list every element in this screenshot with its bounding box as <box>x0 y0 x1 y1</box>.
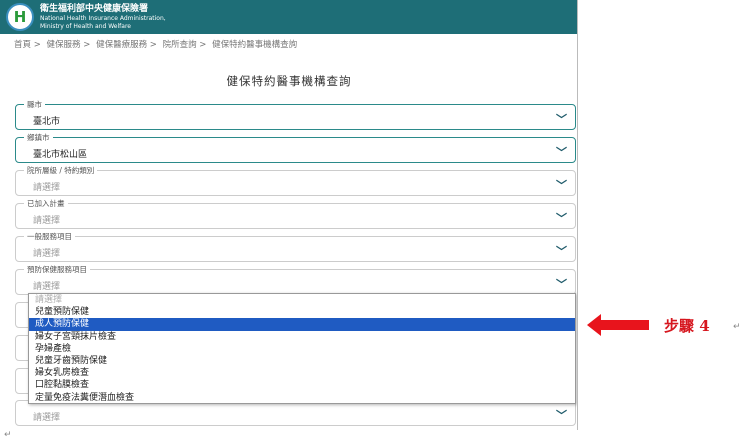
chevron-down-icon: ﹀ <box>556 146 567 159</box>
breadcrumb: 首頁 > 健保服務 > 健保醫療服務 > 院所查詢 > 健保特約醫事機構查詢 <box>14 38 300 50</box>
chevron-down-icon: ﹀ <box>556 245 567 258</box>
org-name: 衛生福利部中央健康保險署 National Health Insurance A… <box>40 4 166 31</box>
field-label: 一般服務項目 <box>24 231 75 242</box>
chevron-down-icon: ﹀ <box>556 113 567 126</box>
page-title: 健保特約醫事機構查詢 <box>226 74 352 88</box>
step-annotation: 步驟 4 <box>664 317 710 335</box>
field-label: 縣市 <box>24 99 45 110</box>
dropdown-option[interactable]: 婦女乳房檢查 <box>29 367 575 379</box>
site-header: H 衛生福利部中央健康保險署 National Health Insurance… <box>0 0 577 34</box>
org-name-en2: Ministry of Health and Welfare <box>40 23 131 30</box>
breadcrumb-hospital-search[interactable]: 院所查詢 > <box>163 40 207 50</box>
org-name-zh: 衛生福利部中央健康保險署 <box>40 4 149 14</box>
field-label: 院所層級 / 特約類別 <box>24 165 98 176</box>
paragraph-mark: ↵ <box>733 322 741 332</box>
dropdown-option[interactable]: 婦女子宮頸抹片檢查 <box>29 331 575 343</box>
nhi-logo-icon[interactable]: H <box>6 3 34 31</box>
general-service-select[interactable]: 一般服務項目 請選擇 ﹀ <box>15 231 576 262</box>
city-select[interactable]: 縣市臺北市 ﹀ <box>15 99 576 130</box>
dropdown-option[interactable]: 口腔黏膜檢查 <box>29 379 575 391</box>
red-arrow-left-icon <box>587 314 649 336</box>
dropdown-option[interactable]: 兒童預防保健 <box>29 306 575 318</box>
chevron-down-icon: ﹀ <box>556 212 567 225</box>
dropdown-option-selected[interactable]: 成人預防保健 <box>29 318 575 331</box>
field-value: 臺北市松山區 <box>33 150 88 160</box>
field-label: 預防保健服務項目 <box>24 264 90 275</box>
field-label: 鄉鎮市 <box>24 132 53 143</box>
screenshot: H 衛生福利部中央健康保險署 National Health Insurance… <box>0 0 578 430</box>
chevron-down-icon: ﹀ <box>556 409 567 422</box>
breadcrumb-nhi-services[interactable]: 健保服務 > <box>47 40 91 50</box>
dropdown-option[interactable]: 定量免疫法糞便潛血檢查 <box>29 392 575 404</box>
field-label: 已加入計畫 <box>24 198 68 209</box>
field-value: 請選擇 <box>33 282 61 292</box>
program-select[interactable]: 已加入計畫請選擇 ﹀ <box>15 198 576 229</box>
chevron-down-icon: ﹀ <box>556 278 567 291</box>
paragraph-mark: ↵ <box>4 430 12 440</box>
breadcrumb-home[interactable]: 首頁 > <box>14 40 41 50</box>
field-value: 臺北市 <box>33 117 61 127</box>
org-name-en: National Health Insurance Administration… <box>40 15 166 22</box>
field-value: 請選擇 <box>33 216 61 226</box>
preventive-service-dropdown[interactable]: 請選擇 兒童預防保健 成人預防保健 婦女子宮頸抹片檢查 孕婦產檢 兒童牙齒預防保… <box>28 293 576 404</box>
field-value: 請選擇 <box>33 413 61 423</box>
level-type-select[interactable]: 院所層級 / 特約類別請選擇 ﹀ <box>15 165 576 196</box>
district-select[interactable]: 鄉鎮市臺北市松山區 ﹀ <box>15 132 576 163</box>
breadcrumb-current: 健保特約醫事機構查詢 <box>212 40 298 50</box>
field-value: 請選擇 <box>33 249 61 259</box>
dropdown-option[interactable]: 孕婦產檢 <box>29 343 575 355</box>
dropdown-option[interactable]: 兒童牙齒預防保健 <box>29 355 575 367</box>
dropdown-option[interactable]: 請選擇 <box>29 294 575 306</box>
preventive-service-select[interactable]: 預防保健服務項目請選擇 ﹀ <box>15 264 576 295</box>
breadcrumb-medical-services[interactable]: 健保醫療服務 > <box>96 40 157 50</box>
field-value: 請選擇 <box>33 183 61 193</box>
chevron-down-icon: ﹀ <box>556 179 567 192</box>
